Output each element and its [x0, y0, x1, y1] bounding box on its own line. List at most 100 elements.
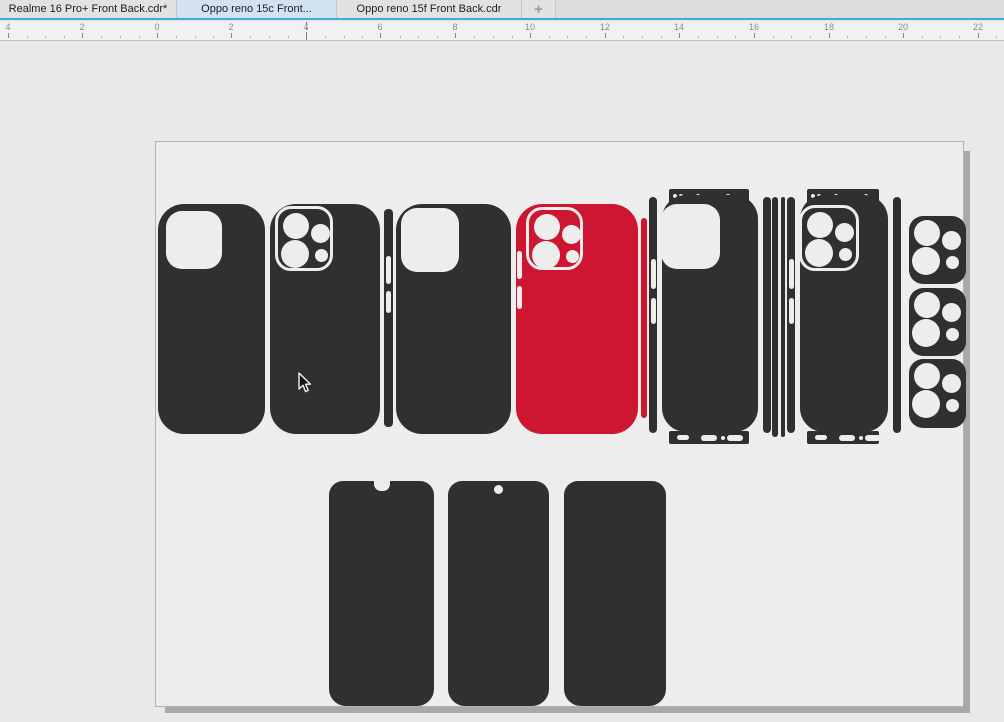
drawing-canvas[interactable]	[0, 41, 1004, 722]
ruler-unit-label: 14	[674, 22, 684, 32]
camera-lens-hole	[805, 239, 833, 267]
ruler-major-tick	[829, 33, 830, 38]
camera-lens-hole	[942, 231, 961, 250]
button-slot-cutout	[386, 291, 391, 313]
back-skin-1[interactable]	[158, 204, 265, 434]
ruler-major-tick	[530, 33, 531, 38]
ruler-minor-tick	[400, 36, 401, 38]
ruler-unit-label: 8	[452, 22, 457, 32]
camera-lens-hole	[912, 390, 940, 418]
ruler-minor-tick	[325, 36, 326, 38]
ruler-minor-tick	[549, 36, 550, 38]
notch-cutout	[374, 481, 390, 491]
tab-document-2[interactable]: Oppo reno 15c Front...	[177, 0, 337, 18]
ruler-major-tick	[605, 33, 606, 38]
right-rail	[893, 197, 901, 433]
left-rail	[649, 197, 657, 433]
ruler-minor-tick	[250, 36, 251, 38]
camera-lens-hole	[946, 256, 959, 269]
tabbar-empty-space	[556, 0, 1004, 18]
front-skin-hole[interactable]	[448, 481, 549, 706]
ruler-unit-label: 16	[749, 22, 759, 32]
camera-lens-hole	[914, 292, 940, 318]
ruler-major-tick	[978, 33, 979, 38]
back-skin-red[interactable]	[516, 204, 638, 434]
ruler-minor-tick	[269, 36, 270, 38]
tab-label: Oppo reno 15f Front Back.cdr	[357, 3, 502, 15]
ruler-minor-tick	[493, 36, 494, 38]
button-slot-cutout	[651, 259, 656, 289]
port-slot-cutout	[701, 435, 717, 441]
front-skin-plain[interactable]	[564, 481, 666, 706]
front-skin-notch[interactable]	[329, 481, 434, 706]
ruler-minor-tick	[195, 36, 196, 38]
camera-area-cutout	[166, 211, 222, 269]
new-tab-button[interactable]: +	[522, 0, 556, 18]
back-skin-3[interactable]	[396, 204, 511, 434]
ruler-minor-tick	[213, 36, 214, 38]
camera-lens-hole	[534, 214, 560, 240]
button-slot-cutout	[789, 298, 794, 324]
side-rail-3[interactable]	[781, 197, 785, 437]
back-skin-2[interactable]	[270, 204, 380, 434]
ruler-minor-tick	[959, 36, 960, 38]
ruler-minor-tick	[847, 36, 848, 38]
plus-icon: +	[534, 1, 543, 18]
horizontal-ruler[interactable]: 420246810121416182022	[0, 22, 1004, 41]
camera-lens-hole	[281, 240, 309, 268]
ruler-minor-tick	[64, 36, 65, 38]
ruler-minor-tick	[45, 36, 46, 38]
camera-lens-hole	[532, 241, 560, 269]
ruler-minor-tick	[996, 36, 997, 38]
ruler-minor-tick	[139, 36, 140, 38]
camera-lens-hole	[839, 248, 852, 261]
ruler-minor-tick	[27, 36, 28, 38]
tab-label: Oppo reno 15c Front...	[201, 3, 312, 15]
ruler-major-tick	[380, 33, 381, 38]
ruler-minor-tick	[586, 36, 587, 38]
camera-lens-hole	[566, 250, 579, 263]
camera-lens-hole	[315, 249, 328, 262]
ruler-unit-label: 22	[973, 22, 983, 32]
camera-lens-hole	[914, 220, 940, 246]
ruler-minor-tick	[362, 36, 363, 38]
button-slot-cutout	[789, 259, 794, 289]
camera-area-cutout	[401, 208, 459, 272]
ruler-unit-label: 2	[228, 22, 233, 32]
wrap-skin-1[interactable]	[649, 189, 771, 444]
ruler-minor-tick	[698, 36, 699, 38]
side-rail-1[interactable]	[384, 209, 393, 427]
ruler-major-tick	[754, 33, 755, 38]
camera-lens-hole	[914, 363, 940, 389]
side-rail-red[interactable]	[641, 218, 647, 418]
left-rail	[787, 197, 795, 433]
camera-lens-hole	[942, 374, 961, 393]
punch-hole-cutout	[494, 485, 503, 494]
camera-lens-hole	[912, 247, 940, 275]
wrap-skin-2[interactable]	[787, 189, 901, 444]
ruler-minor-tick	[567, 36, 568, 38]
ruler-major-tick	[903, 33, 904, 38]
ruler-unit-label: 4	[5, 22, 10, 32]
ruler-minor-tick	[791, 36, 792, 38]
ruler-major-tick	[679, 33, 680, 38]
port-slot-cutout	[865, 435, 881, 441]
ruler-minor-tick	[101, 36, 102, 38]
ruler-minor-tick	[885, 36, 886, 38]
camera-piece-3	[909, 359, 966, 428]
camera-island-outline	[799, 205, 859, 271]
camera-lens-hole	[807, 212, 833, 238]
side-rail-2[interactable]	[772, 197, 778, 437]
tab-document-3[interactable]: Oppo reno 15f Front Back.cdr	[337, 0, 522, 18]
tab-document-1[interactable]: Realme 16 Pro+ Front Back.cdr*	[0, 0, 177, 18]
ruler-unit-label: 12	[600, 22, 610, 32]
ruler-minor-tick	[344, 36, 345, 38]
camera-piece-1	[909, 216, 966, 284]
ruler-minor-tick	[661, 36, 662, 38]
ruler-minor-tick	[512, 36, 513, 38]
port-slot-cutout	[727, 435, 743, 441]
ruler-major-tick	[157, 33, 158, 38]
ruler-unit-label: 6	[377, 22, 382, 32]
ruler-unit-label: 0	[154, 22, 159, 32]
app-window: Realme 16 Pro+ Front Back.cdr* Oppo reno …	[0, 0, 1004, 722]
